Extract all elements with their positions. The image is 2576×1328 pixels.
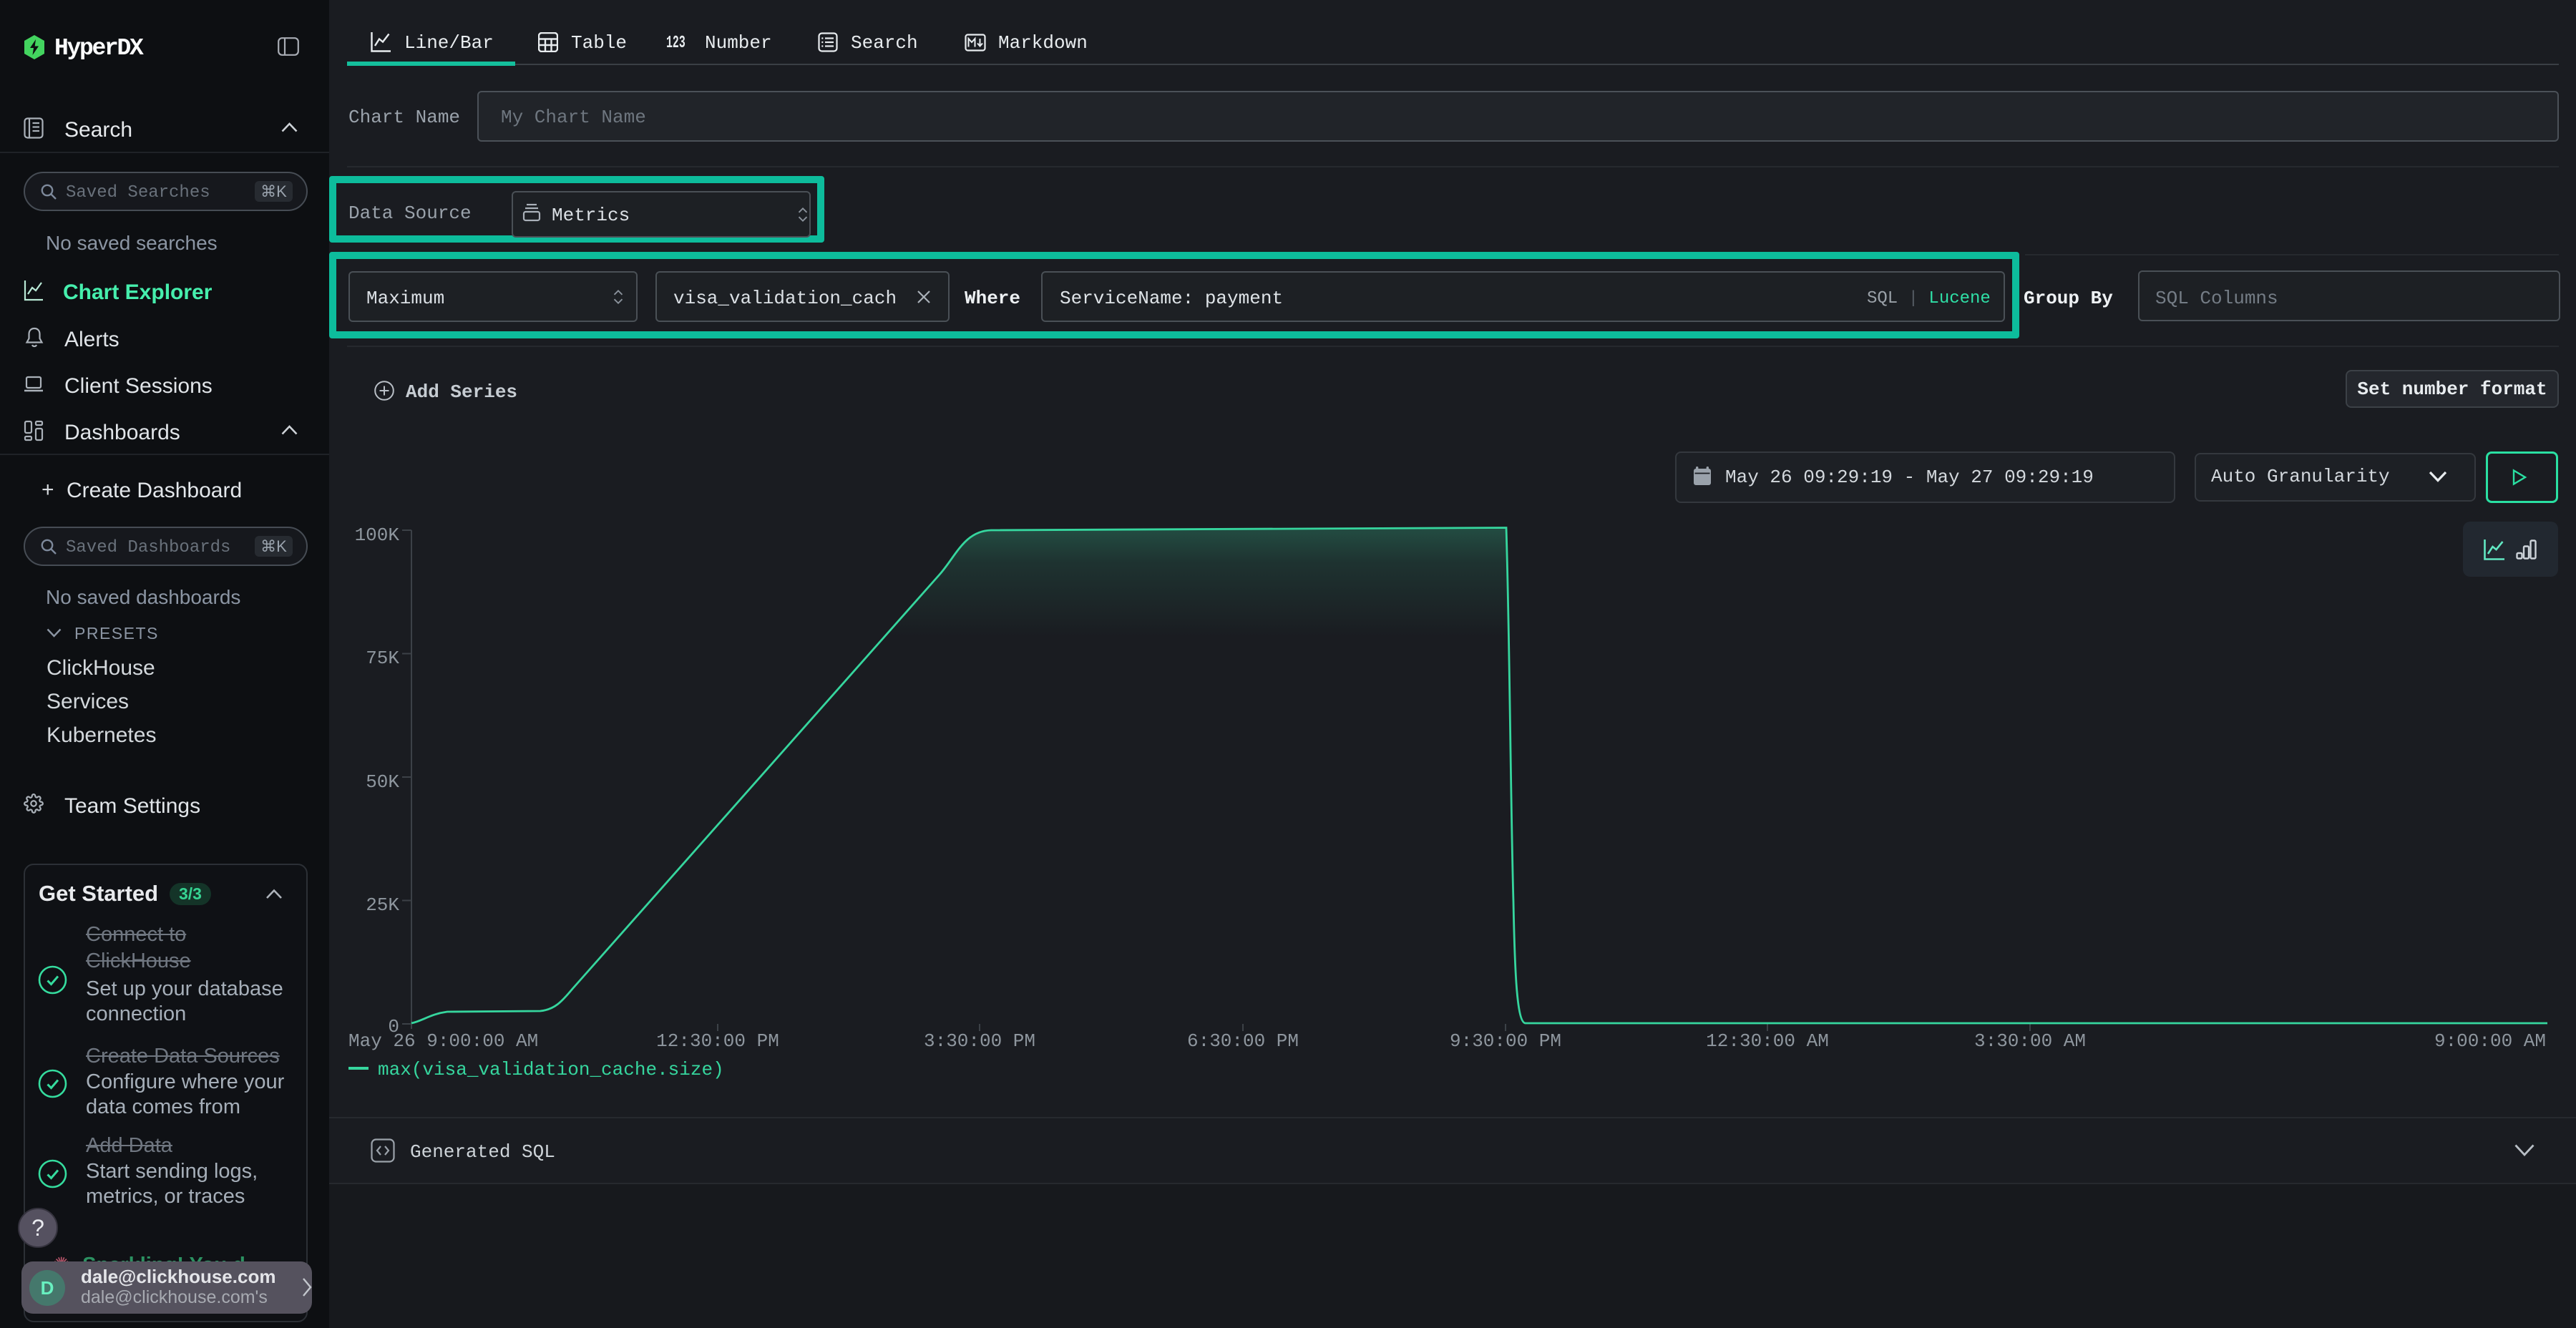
svg-text:3:30:00 PM: 3:30:00 PM (924, 1030, 1035, 1052)
svg-text:12:30:00 PM: 12:30:00 PM (656, 1030, 779, 1052)
svg-text:12:30:00 AM: 12:30:00 AM (1706, 1030, 1829, 1052)
svg-text:50K: 50K (366, 771, 399, 793)
svg-text:6:30:00 PM: 6:30:00 PM (1187, 1030, 1299, 1052)
svg-text:100K: 100K (355, 524, 400, 546)
svg-text:9:00:00 AM: 9:00:00 AM (2434, 1030, 2546, 1052)
svg-text:25K: 25K (366, 894, 399, 916)
svg-text:75K: 75K (366, 648, 399, 669)
svg-text:9:30:00 PM: 9:30:00 PM (1450, 1030, 1561, 1052)
svg-text:3:30:00 AM: 3:30:00 AM (1974, 1030, 2086, 1052)
svg-text:May 26 9:00:00 AM: May 26 9:00:00 AM (348, 1030, 538, 1052)
svg-text:max(visa_validation_cache.size: max(visa_validation_cache.size) (378, 1059, 724, 1080)
